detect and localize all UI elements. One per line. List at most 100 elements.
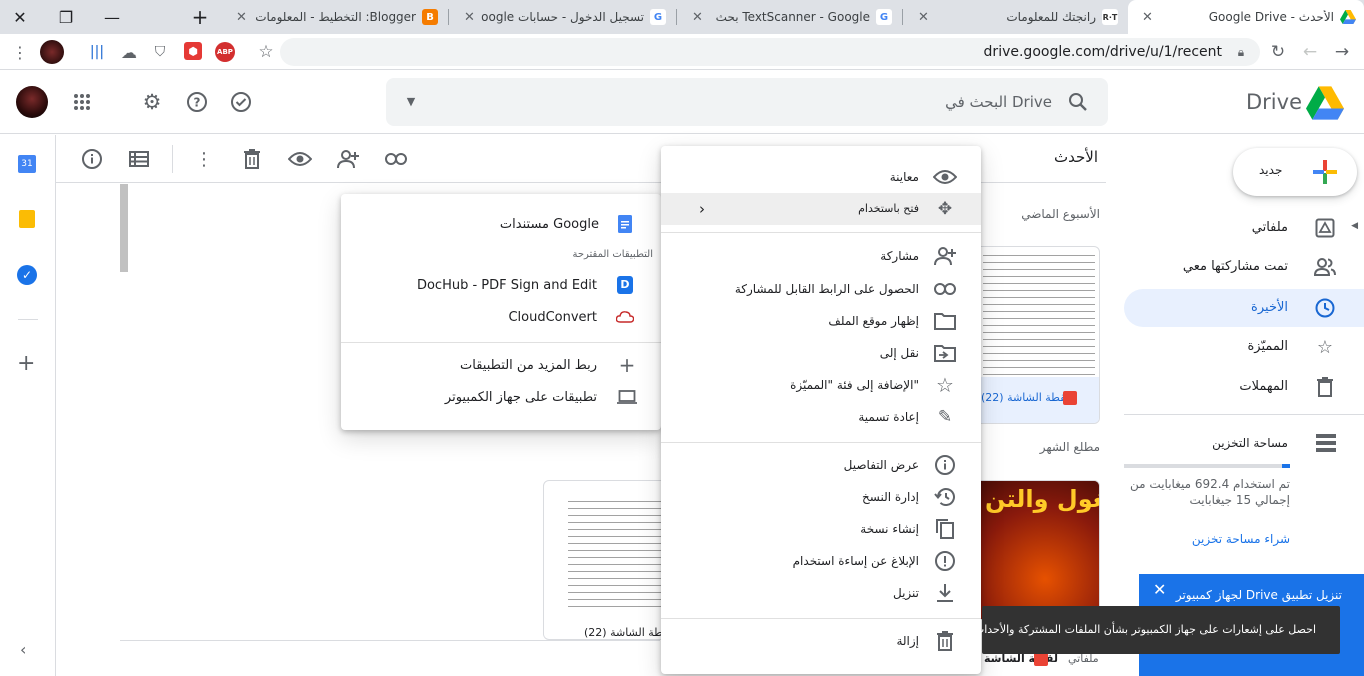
window-close-button[interactable]: ✕ <box>0 2 40 32</box>
expand-arrow-icon[interactable]: ◀ <box>1351 221 1358 231</box>
tasks-icon[interactable]: ✓ <box>17 265 37 285</box>
notification-toast: احصل على إشعارات على جهاز الكمبيوتر بشأن… <box>974 606 1340 654</box>
apps-grid-icon[interactable] <box>70 90 94 114</box>
menu-preview[interactable]: معاينة <box>661 161 981 193</box>
delete-icon[interactable] <box>240 147 264 171</box>
menu-download[interactable]: تنزيل <box>661 577 981 609</box>
dochub-icon: D <box>613 274 637 296</box>
window-minimize-button[interactable]: — <box>92 2 132 32</box>
open-with-cloudconvert[interactable]: CloudConvert <box>341 301 661 333</box>
reload-icon[interactable]: ↻ <box>1268 42 1288 62</box>
keep-icon[interactable] <box>19 210 35 228</box>
search-icon[interactable] <box>1066 90 1090 114</box>
star-bookmark-icon[interactable]: ☆ <box>256 42 276 62</box>
plus-icon: + <box>618 353 636 377</box>
menu-show-location[interactable]: إظهار موقع الملف <box>661 305 981 337</box>
google-icon: G <box>876 9 892 25</box>
file-card[interactable]: لقطة الشاشة (22) <box>960 246 1100 424</box>
nav-recent[interactable]: الأخيرة <box>1124 289 1364 327</box>
submenu-arrow-icon: › <box>699 200 705 218</box>
menu-make-copy[interactable]: إنشاء نسخة <box>661 513 981 545</box>
window-restore-button[interactable]: ❐ <box>46 2 86 32</box>
search-box[interactable]: ▼ البحث في Drive <box>386 78 1108 126</box>
tab-google-drive[interactable]: ✕ الأحدث - Google Drive <box>1128 0 1364 34</box>
nav-starred[interactable]: المميّزة ☆ <box>1124 328 1364 366</box>
connect-more-apps[interactable]: ربط المزيد من التطبيقات + <box>341 349 661 381</box>
open-with-google-docs[interactable]: مستندات Google <box>341 208 661 240</box>
page-title: الأحدث <box>1054 148 1098 166</box>
open-with-dochub[interactable]: DocHub - PDF Sign and Edit D <box>341 269 661 301</box>
history-icon <box>933 486 957 508</box>
star-outline-icon: ☆ <box>936 373 954 397</box>
context-menu: معاينة › فتح باستخدام ✥ مشاركة الحصول عل… <box>661 146 981 674</box>
drive-icon <box>1340 9 1356 25</box>
adblock-icon[interactable]: ABP <box>215 42 235 62</box>
add-addon-icon[interactable]: + <box>17 351 35 376</box>
new-button[interactable]: جديد <box>1233 148 1357 196</box>
back-icon[interactable]: → <box>1332 42 1352 62</box>
info-icon[interactable] <box>80 147 104 171</box>
close-icon[interactable]: ✕ <box>692 10 703 25</box>
menu-remove[interactable]: إزالة <box>661 625 981 657</box>
help-icon[interactable]: ? <box>185 90 209 114</box>
get-link-icon[interactable] <box>384 147 408 171</box>
preview-eye-icon[interactable] <box>288 147 312 171</box>
menu-manage-versions[interactable]: إدارة النسخ <box>661 481 981 513</box>
profile-avatar[interactable] <box>40 40 64 64</box>
calendar-icon[interactable]: 31 <box>18 155 36 173</box>
drive-logo-icon[interactable] <box>1306 86 1344 124</box>
alert-icon <box>933 550 957 572</box>
buy-storage-link[interactable]: شراء مساحة تخزين <box>1124 532 1290 546</box>
close-icon[interactable]: ✕ <box>464 10 475 25</box>
nav-divider <box>1124 414 1364 415</box>
search-options-chevron-icon[interactable]: ▼ <box>404 94 418 108</box>
menu-rename[interactable]: إعادة تسمية ✎ <box>661 401 981 433</box>
promo-close-icon[interactable]: ✕ <box>1153 580 1166 599</box>
scrollbar-thumb[interactable] <box>120 184 128 272</box>
nav-trash[interactable]: المهملات <box>1124 368 1364 406</box>
menu-get-link[interactable]: الحصول على الرابط القابل للمشاركة <box>661 273 981 305</box>
menu-report-abuse[interactable]: الإبلاغ عن إساءة استخدام <box>661 545 981 577</box>
tab-google-accounts[interactable]: ✕ تسجيل الدخول - حسابات Google G <box>450 0 674 34</box>
close-icon[interactable]: ✕ <box>236 10 247 25</box>
tab-rantk[interactable]: ✕ رانجتك للمعلومات R·T <box>904 0 1126 34</box>
more-vert-icon[interactable]: ⋮ <box>10 42 30 62</box>
trash-icon <box>933 630 957 652</box>
file-card-cover[interactable]: الغول والتن <box>960 480 1100 620</box>
extension-bars-icon[interactable]: ||| <box>86 42 108 62</box>
menu-view-details[interactable]: عرض التفاصيل <box>661 449 981 481</box>
nav-my-drive[interactable]: ملفاتي ◀ <box>1124 209 1364 247</box>
tab-textscanner-search[interactable]: ✕ TextScanner - Google بحث G <box>678 0 900 34</box>
address-bar[interactable]: drive.google.com/drive/u/1/recent 🔒︎ <box>280 38 1260 66</box>
desktop-apps[interactable]: تطبيقات على جهاز الكمبيوتر <box>341 381 661 413</box>
menu-open-with[interactable]: › فتح باستخدام ✥ <box>661 193 981 225</box>
menu-divider <box>661 618 981 619</box>
tab-blogger[interactable]: ✕ Blogger: التخطيط - المعلومات B <box>222 0 446 34</box>
menu-move-to[interactable]: نقل إلى <box>661 337 981 369</box>
shield-icon[interactable]: ⛉ <box>150 42 170 62</box>
share-person-add-icon[interactable] <box>336 147 360 171</box>
extension-red-icon[interactable]: ⬢ <box>184 42 202 60</box>
cloud-upload-icon[interactable]: ☁ <box>118 42 140 62</box>
settings-gear-icon[interactable]: ⚙ <box>140 90 164 114</box>
storage-section[interactable]: مساحة التخزين تم استخدام 692.4 ميغابايت … <box>1124 426 1364 556</box>
pencil-icon: ✎ <box>937 407 953 427</box>
lock-icon[interactable]: 🔒︎ <box>1234 44 1248 60</box>
collapse-panel-icon[interactable]: ‹ <box>20 640 26 659</box>
more-actions-icon[interactable]: ⋮ <box>192 147 216 171</box>
menu-add-starred[interactable]: الإضافة إلى فئة "المميّزة" ☆ <box>661 369 981 401</box>
document-preview <box>983 255 1095 377</box>
account-avatar[interactable] <box>16 86 48 118</box>
close-icon[interactable]: ✕ <box>918 10 929 25</box>
menu-share[interactable]: مشاركة <box>661 240 981 272</box>
close-icon[interactable]: ✕ <box>1142 10 1153 25</box>
google-icon: G <box>650 9 666 25</box>
offline-check-icon[interactable] <box>229 90 253 114</box>
list-view-icon[interactable] <box>127 147 151 171</box>
forward-icon[interactable]: ← <box>1300 42 1320 62</box>
cloudconvert-icon <box>613 306 637 328</box>
url-text: drive.google.com/drive/u/1/recent <box>983 44 1222 60</box>
new-tab-button[interactable]: + <box>180 2 220 32</box>
section-earlier-month: مطلع الشهر <box>1039 440 1100 454</box>
nav-shared-with-me[interactable]: تمت مشاركتها معي <box>1124 248 1364 286</box>
